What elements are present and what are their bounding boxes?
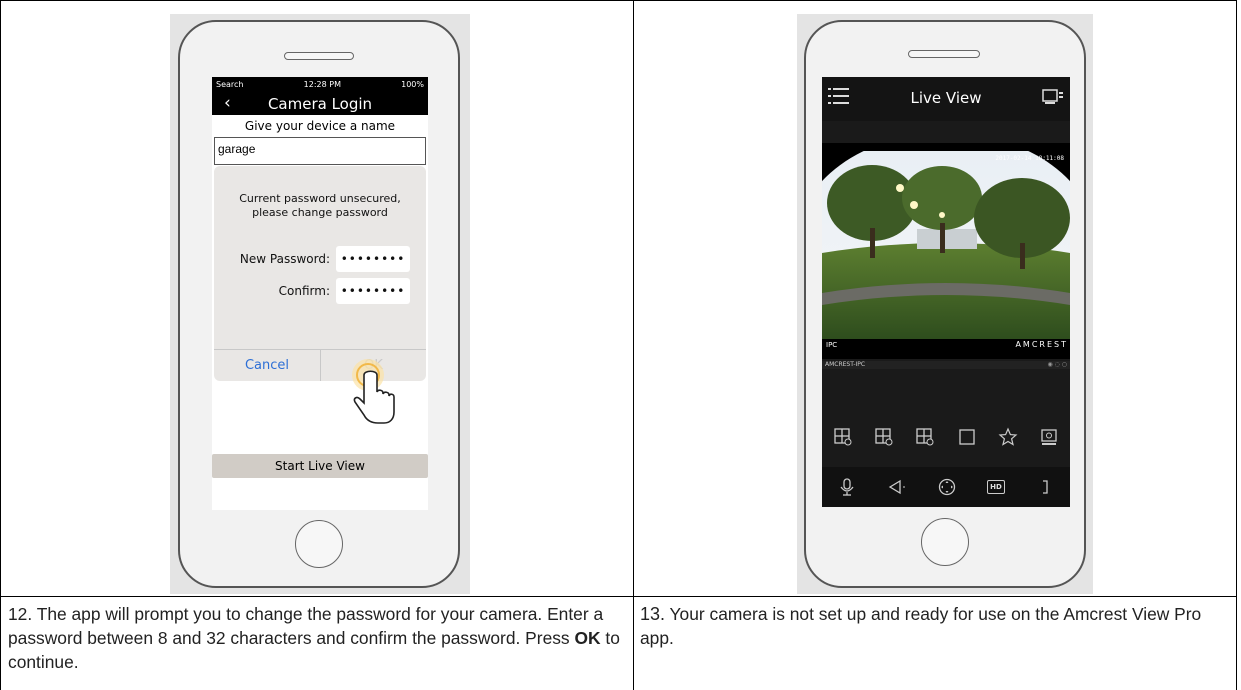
battery-level: 100%	[401, 79, 424, 89]
phone-screen-left: Search 12:28 PM 100% ‹ Camera Login Give…	[212, 77, 428, 510]
layout-16-icon[interactable]	[915, 427, 935, 447]
device-name-prompt: Give your device a name	[244, 119, 396, 133]
ok-emphasis: OK	[574, 628, 601, 648]
layout-9-icon[interactable]	[874, 427, 894, 447]
phone-screen-right: Live View 2017-02-14 18:11:08 IPC AMCRES…	[822, 77, 1070, 507]
stream-status-icons: ◉ ◌ ○	[1047, 361, 1067, 368]
microphone-icon[interactable]	[837, 477, 857, 497]
step-13-text: Your camera is not set up and ready for …	[640, 604, 1202, 648]
dialog-message: Current password unsecured, please chang…	[239, 192, 401, 219]
table-column-divider	[633, 0, 634, 690]
amcrest-watermark: AMCREST	[1015, 340, 1068, 349]
phone-frame-left: Search 12:28 PM 100% ‹ Camera Login Give…	[178, 20, 460, 588]
camera-login-form: Give your device a name garage Current p…	[212, 115, 428, 510]
new-password-label: New Password:	[239, 252, 330, 266]
speaker-grille	[908, 50, 980, 58]
speaker-grille	[284, 52, 354, 60]
table-row-divider	[0, 596, 1237, 597]
layout-4-icon[interactable]	[833, 427, 853, 447]
table-border-right	[1236, 0, 1237, 690]
step-12-text: 12. The app will prompt you to change th…	[8, 604, 604, 648]
step-13-number: 13.	[640, 604, 666, 624]
home-button[interactable]	[295, 520, 343, 568]
hd-label: HD	[990, 483, 1002, 491]
table-border-left	[0, 0, 1, 690]
live-view-title: Live View	[910, 89, 982, 107]
navigation-bar: ‹ Camera Login	[212, 91, 428, 115]
control-icon-row: HD	[822, 477, 1070, 497]
step-13-caption: 13. Your camera is not set up and ready …	[640, 602, 1230, 650]
device-label: AMCREST-IPC	[825, 361, 866, 368]
start-live-view-button[interactable]: Start Live View	[212, 454, 428, 478]
device-name-input[interactable]: garage	[214, 137, 426, 165]
hd-icon[interactable]: HD	[987, 480, 1005, 494]
step-12-caption: 12. The app will prompt you to change th…	[8, 602, 628, 674]
live-view-header: Live View	[822, 77, 1070, 121]
single-view-icon[interactable]	[957, 427, 977, 447]
table-border-top	[0, 0, 1237, 1]
status-back-to-search[interactable]: Search	[216, 80, 243, 89]
home-button[interactable]	[921, 518, 969, 566]
camera-feed[interactable]: 2017-02-14 18:11:08 IPC AMCREST	[822, 143, 1070, 359]
change-password-dialog: Current password unsecured, please chang…	[214, 166, 426, 381]
confirm-password-field[interactable]: ••••••••	[336, 278, 410, 304]
speaker-icon[interactable]	[887, 477, 907, 497]
ptz-icon[interactable]	[937, 477, 957, 497]
page-title: Camera Login	[267, 95, 373, 113]
device-info-bar: AMCREST-IPC ◉ ◌ ○	[822, 361, 1070, 369]
control-toolbar: HD	[822, 467, 1070, 507]
confirm-password-label: Confirm:	[278, 284, 330, 298]
tap-hand-icon	[352, 359, 395, 424]
channel-label: IPC	[826, 341, 838, 349]
camera-timestamp: 2017-02-14 18:11:08	[995, 155, 1064, 162]
snapshot-icon[interactable]	[1039, 427, 1059, 447]
playback-icon[interactable]	[1042, 89, 1064, 105]
layout-toolbar	[822, 427, 1070, 447]
more-icon[interactable]	[1035, 477, 1055, 497]
favorite-star-icon[interactable]	[998, 427, 1018, 447]
status-bar: Search 12:28 PM 100%	[212, 77, 428, 91]
new-password-field[interactable]: ••••••••	[336, 246, 410, 272]
camera-feed-image	[822, 143, 1070, 359]
cancel-button[interactable]: Cancel	[214, 350, 320, 381]
phone-frame-right: Live View 2017-02-14 18:11:08 IPC AMCRES…	[804, 20, 1086, 588]
status-time: 12:28 PM	[303, 79, 341, 89]
